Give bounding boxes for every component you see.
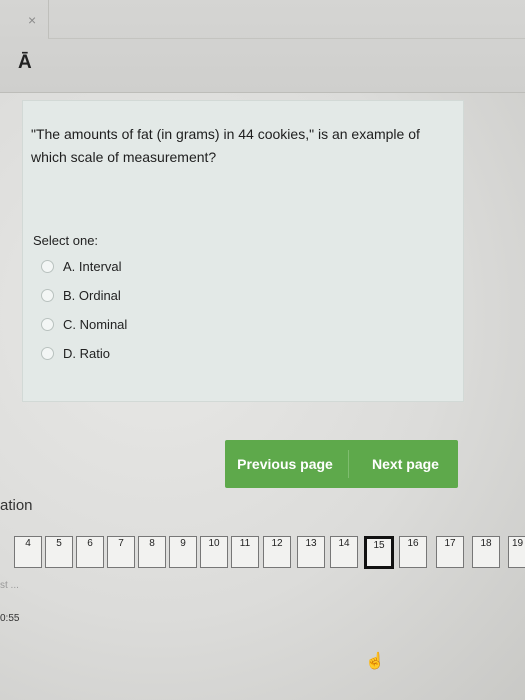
page-button-19[interactable]: 19 xyxy=(508,536,525,568)
page-button-11[interactable]: 11 xyxy=(231,536,259,568)
quiz-navigation-heading: ation xyxy=(0,497,33,514)
page-navigation-buttons: Previous page Next page xyxy=(225,440,458,488)
option-a[interactable]: A. Interval xyxy=(41,256,122,276)
quiz-navigation-pages: 4 5 6 7 8 9 10 11 12 13 14 15 16 17 18 1… xyxy=(0,536,525,580)
page-button-9[interactable]: 9 xyxy=(169,536,197,568)
page-button-4[interactable]: 4 xyxy=(14,536,42,568)
question-text: "The amounts of fat (in grams) in 44 coo… xyxy=(31,126,420,165)
finish-attempt-link[interactable]: st ... xyxy=(0,580,19,591)
option-label: C. Nominal xyxy=(63,316,128,332)
option-label: D. Ratio xyxy=(63,345,110,361)
page-button-16[interactable]: 16 xyxy=(399,536,427,568)
hand-cursor-icon: ☝ xyxy=(365,653,385,670)
time-left: 0:55 xyxy=(0,613,20,624)
page-button-6[interactable]: 6 xyxy=(76,536,104,568)
browser-toolbar: × Ā xyxy=(0,0,525,93)
page-button-13[interactable]: 13 xyxy=(297,536,325,568)
option-d[interactable]: D. Ratio xyxy=(41,343,110,363)
button-divider xyxy=(348,450,349,478)
option-c[interactable]: C. Nominal xyxy=(41,314,127,334)
text-format-icon[interactable]: Ā xyxy=(18,52,32,74)
tab-strip xyxy=(48,0,525,39)
radio-button[interactable] xyxy=(41,317,54,331)
option-b[interactable]: B. Ordinal xyxy=(41,285,121,305)
page-button-12[interactable]: 12 xyxy=(263,536,291,568)
radio-button[interactable] xyxy=(41,259,54,273)
radio-button[interactable] xyxy=(41,346,54,360)
radio-button[interactable] xyxy=(41,288,54,302)
previous-page-button[interactable]: Previous page xyxy=(225,440,345,488)
select-one-label: Select one: xyxy=(33,233,99,248)
page-button-18[interactable]: 18 xyxy=(472,536,500,568)
option-label: B. Ordinal xyxy=(63,287,121,303)
page-button-8[interactable]: 8 xyxy=(138,536,166,568)
page-button-7[interactable]: 7 xyxy=(107,536,135,568)
option-label: A. Interval xyxy=(63,258,122,274)
question-card: "The amounts of fat (in grams) in 44 coo… xyxy=(22,100,464,402)
close-icon[interactable]: × xyxy=(28,12,36,28)
page-button-10[interactable]: 10 xyxy=(200,536,228,568)
page-button-15-current[interactable]: 15 xyxy=(364,536,394,569)
page-button-14[interactable]: 14 xyxy=(330,536,358,568)
page-button-17[interactable]: 17 xyxy=(436,536,464,568)
next-page-button[interactable]: Next page xyxy=(353,440,458,488)
page-button-5[interactable]: 5 xyxy=(45,536,73,568)
